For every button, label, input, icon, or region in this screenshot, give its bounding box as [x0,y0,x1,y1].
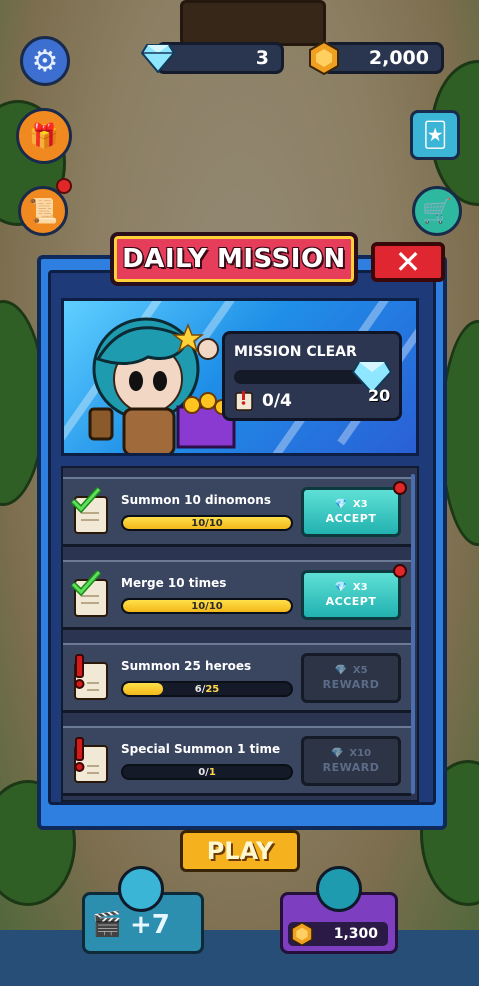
play-label: PLAY [206,837,274,865]
hero-avatar [316,866,362,912]
progress-current: 0 [198,766,206,778]
gem-icon [140,40,176,76]
mission-clear-count: 0/4 [262,391,292,411]
reward-multiplier: X3 [352,582,368,593]
alert-scroll-icon [69,653,113,703]
play-button[interactable]: PLAY [180,830,300,872]
close-icon: ✕ [394,243,422,281]
list-scrollbar[interactable] [411,474,415,794]
progress-current: 10 [191,600,206,612]
coin-count: 2,000 [368,47,429,69]
reward-button[interactable]: 💎 X5 REWARD [301,653,401,703]
mission-progress-bar: 10/10 [121,515,293,531]
reward-multiplier: X5 [352,665,368,676]
mission-row: Special Summon 1 time 0/1 💎 X10 REWARD [63,726,411,796]
mission-row: Merge 10 times 10/10 💎 X3 ACCEPT [63,560,411,630]
collection-card-icon[interactable]: 🃏 [410,110,460,160]
gem-icon: 💎 [334,499,347,510]
progress-current: 10 [191,517,206,529]
dialog-title-text: DAILY MISSION [122,244,346,274]
gem-icon: 💎 [334,582,347,593]
clapperboard-icon: 🎬 [92,910,122,938]
notification-dot [393,481,407,495]
gem-count: 3 [255,47,269,69]
gem-icon: 💎 [334,665,347,676]
mission-row: Summon 25 heroes 6/25 💎 X5 REWARD [63,643,411,713]
mission-row: Summon 10 dinomons 10/10 💎 X3 ACCEPT [63,477,411,547]
notification-dot [393,564,407,578]
accept-button[interactable]: 💎 X3 ACCEPT [301,487,401,537]
button-label: ACCEPT [325,595,377,608]
mission-progress-bar: 0/1 [121,764,293,780]
button-label: REWARD [322,761,380,774]
scroll-alert-icon [234,390,254,412]
gem-icon: 💎 [330,748,344,759]
gift-icon[interactable]: 🎁 [16,108,72,164]
dinomon-avatar [118,866,164,912]
mission-clear-reward: 20 [368,386,391,405]
alert-scroll-icon [69,736,113,786]
mission-label: Merge 10 times [121,576,227,590]
mission-label: Special Summon 1 time [121,742,281,756]
progress-total: 10 [208,517,223,529]
shop-cart-icon[interactable]: 🛒 [412,186,462,236]
progress-total: 10 [208,600,223,612]
mission-clear-title: MISSION CLEAR [234,344,357,360]
mission-label: Summon 25 heroes [121,659,252,673]
progress-total: 1 [208,766,216,778]
checkmark-scroll-icon [69,486,113,537]
shop-price: 1,300 [333,926,378,942]
button-label: ACCEPT [325,512,377,525]
accept-button[interactable]: 💎 X3 ACCEPT [301,570,401,620]
close-button[interactable]: ✕ [371,242,445,282]
coin-icon [290,921,314,950]
reward-button[interactable]: 💎 X10 REWARD [301,736,401,786]
ad-reward-amount: +7 [130,910,170,940]
button-label: REWARD [322,678,380,691]
reward-multiplier: X10 [349,748,372,759]
checkmark-scroll-icon [69,569,113,620]
mission-label: Summon 10 dinomons [121,493,271,507]
reward-multiplier: X3 [352,499,368,510]
progress-current: 6 [194,683,202,695]
coin-icon [306,40,342,76]
notification-dot [56,178,72,194]
progress-total: 25 [205,683,220,695]
mission-progress-bar: 10/10 [121,598,293,614]
mission-progress-bar: 6/25 [121,681,293,697]
dialog-title: DAILY MISSION [110,232,358,286]
settings-gear-icon[interactable]: ⚙ [20,36,70,86]
